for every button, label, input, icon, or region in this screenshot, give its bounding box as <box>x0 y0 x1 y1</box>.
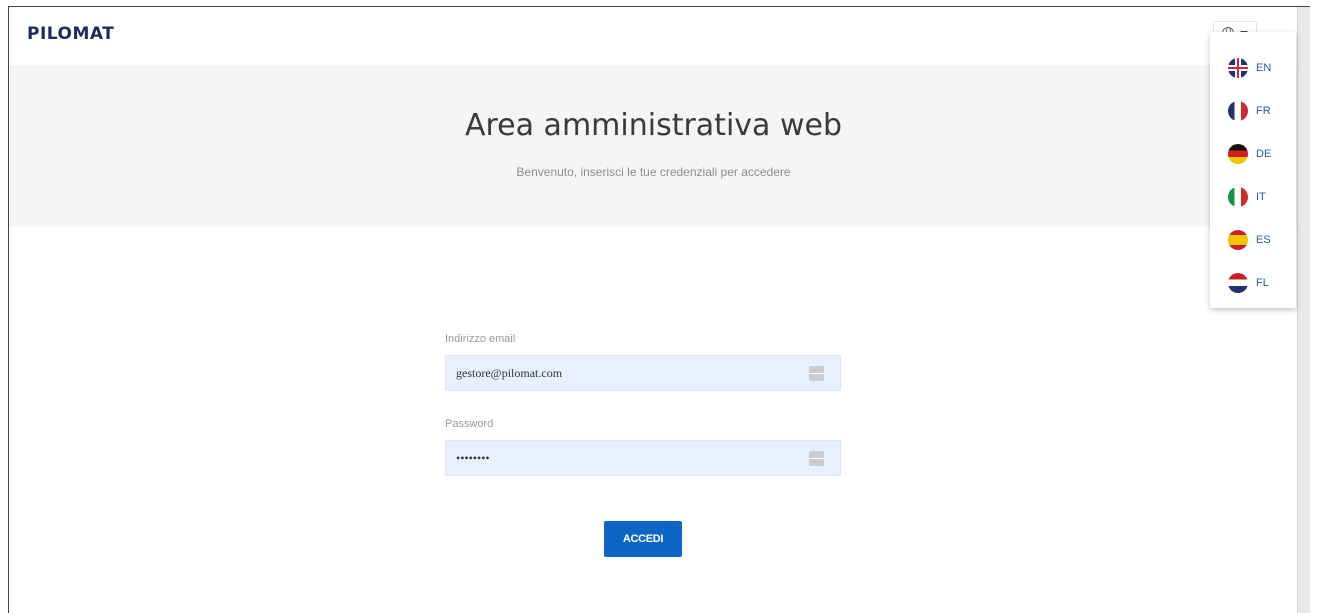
language-item-en[interactable]: EN <box>1210 48 1296 88</box>
vertical-scrollbar[interactable] <box>1297 7 1310 613</box>
language-code: DE <box>1256 148 1272 160</box>
language-item-de[interactable]: DE <box>1210 134 1296 174</box>
top-header: PILOMAT <box>9 7 1298 65</box>
password-label: Password <box>445 418 494 430</box>
language-code: FL <box>1256 277 1269 289</box>
autofill-key-icon[interactable] <box>809 366 824 381</box>
language-item-es[interactable]: ES <box>1210 220 1296 260</box>
language-item-fl[interactable]: FL <box>1210 263 1296 303</box>
email-value: gestore@pilomat.com <box>456 365 563 380</box>
browser-viewport: PILOMAT Area amministrativa web Benvenut… <box>8 6 1310 613</box>
language-code: EN <box>1256 62 1272 74</box>
uk-flag-icon <box>1228 58 1248 78</box>
italy-flag-icon <box>1228 187 1248 207</box>
page-subtitle: Benvenuto, inserisci le tue credenziali … <box>516 165 791 179</box>
language-code: FR <box>1256 105 1271 117</box>
pilomat-logo[interactable]: PILOMAT <box>27 24 114 44</box>
netherlands-flag-icon <box>1228 273 1248 293</box>
email-label: Indirizzo email <box>445 333 516 345</box>
page-title: Area amministrativa web <box>464 108 842 143</box>
password-value: •••••••• <box>456 450 490 465</box>
login-submit-button[interactable]: ACCEDI <box>604 521 682 557</box>
login-form: Indirizzo email gestore@pilomat.com Pass… <box>445 333 841 476</box>
language-code: ES <box>1256 234 1271 246</box>
language-dropdown-menu: EN FR DE IT ES FL <box>1210 32 1296 308</box>
language-item-fr[interactable]: FR <box>1210 91 1296 131</box>
autofill-key-icon[interactable] <box>809 451 824 466</box>
password-field[interactable]: •••••••• <box>445 440 841 476</box>
hero-banner: Area amministrativa web Benvenuto, inser… <box>9 65 1298 227</box>
language-item-it[interactable]: IT <box>1210 177 1296 217</box>
germany-flag-icon <box>1228 144 1248 164</box>
spain-flag-icon <box>1228 230 1248 250</box>
france-flag-icon <box>1228 101 1248 121</box>
email-field[interactable]: gestore@pilomat.com <box>445 355 841 391</box>
language-code: IT <box>1256 191 1266 203</box>
